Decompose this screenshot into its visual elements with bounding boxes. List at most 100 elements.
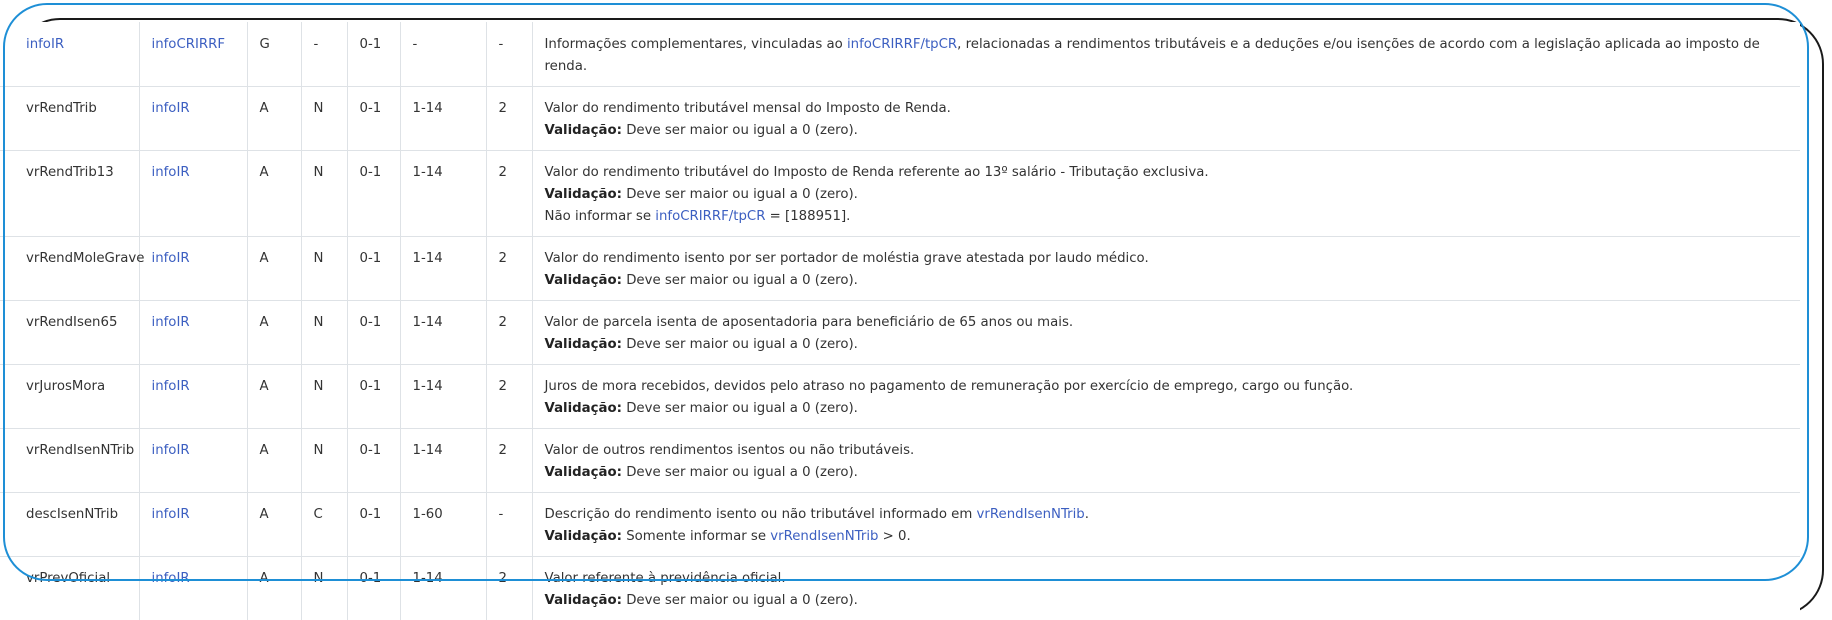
desc-text: Valor do rendimento isento por ser porta…	[544, 251, 1149, 266]
desc-text: Valor referente à previdência oficial.	[544, 571, 786, 586]
parent-link[interactable]: infoIR	[152, 101, 190, 116]
validation-line: Validação: Deve ser maior ou igual a 0 (…	[545, 270, 1789, 292]
cell-dec: 2	[485, 86, 532, 151]
layout-table-container: infoIR infoCRIRRF G - 0-1 - - Informaçõe…	[0, 22, 1800, 620]
validation-label: Validação:	[544, 123, 622, 138]
desc-text: .	[1084, 507, 1089, 522]
note-line: Não informar se infoCRIRRF/tpCR = [18895…	[545, 206, 1789, 228]
cell-ele: A	[246, 364, 301, 429]
table-row: vrRendIsen65 infoIR A N 0-1 1-14 2 Valor…	[0, 300, 1800, 365]
desc-text: Juros de mora recebidos, devidos pelo at…	[544, 379, 1354, 394]
cell-desc: Valor do rendimento tributável mensal do…	[531, 86, 1800, 151]
validation-text: Deve ser maior ou igual a 0 (zero).	[626, 465, 858, 480]
validation-label: Validação:	[544, 529, 622, 544]
desc-text: Valor de parcela isenta de aposentadoria…	[544, 315, 1074, 330]
cell-ocor: 0-1	[346, 364, 400, 429]
cell-ocor: 0-1	[346, 150, 400, 237]
validation-label: Validação:	[544, 187, 622, 202]
cell-ele: A	[246, 86, 301, 151]
validation-label: Validação:	[544, 273, 622, 288]
desc-line: Descrição do rendimento isento ou não tr…	[545, 504, 1789, 526]
cell-ele: A	[246, 300, 301, 365]
parent-link[interactable]: infoIR	[152, 507, 190, 522]
table-row: vrRendMoleGrave infoIR A N 0-1 1-14 2 Va…	[0, 236, 1800, 301]
validation-text: Deve ser maior ou igual a 0 (zero).	[626, 337, 858, 352]
cell-desc: Informações complementares, vinculadas a…	[531, 22, 1800, 87]
desc-text: Descrição do rendimento isento ou não tr…	[544, 507, 977, 522]
table-row: vrRendIsenNTrib infoIR A N 0-1 1-14 2 Va…	[0, 428, 1800, 493]
desc-text: Valor do rendimento tributável do Impost…	[544, 165, 1209, 180]
cell-tipo: N	[300, 556, 347, 620]
parent-link[interactable]: infoCRIRRF	[152, 37, 226, 52]
cell-parent: infoIR	[138, 86, 247, 151]
cell-dec: 2	[485, 428, 532, 493]
cell-field: vrRendTrib13	[0, 150, 139, 237]
cell-ele: A	[246, 556, 301, 620]
cell-tam: -	[399, 22, 486, 87]
cell-ocor: 0-1	[346, 236, 400, 301]
cell-tam: 1-14	[399, 556, 486, 620]
cell-parent: infoIR	[138, 428, 247, 493]
cell-dec: 2	[485, 364, 532, 429]
cell-parent: infoIR	[138, 150, 247, 237]
validation-line: Validação: Deve ser maior ou igual a 0 (…	[545, 120, 1789, 142]
cell-ocor: 0-1	[346, 492, 400, 557]
parent-link[interactable]: infoIR	[152, 251, 190, 266]
parent-link[interactable]: infoIR	[152, 315, 190, 330]
validation-label: Validação:	[544, 465, 622, 480]
desc-link[interactable]: infoCRIRRF/tpCR	[847, 37, 957, 52]
cell-ocor: 0-1	[346, 556, 400, 620]
cell-field: vrJurosMora	[0, 364, 139, 429]
desc-link[interactable]: vrRendIsenNTrib	[977, 507, 1085, 522]
cell-field: vrRendIsen65	[0, 300, 139, 365]
validation-text: Deve ser maior ou igual a 0 (zero).	[626, 273, 858, 288]
cell-dec: 2	[485, 236, 532, 301]
parent-link[interactable]: infoIR	[152, 379, 190, 394]
cell-field: infoIR	[0, 22, 139, 87]
validation-text: Deve ser maior ou igual a 0 (zero).	[626, 401, 858, 416]
cell-tam: 1-14	[399, 300, 486, 365]
cell-desc: Juros de mora recebidos, devidos pelo at…	[531, 364, 1800, 429]
validation-line: Validação: Somente informar se vrRendIse…	[545, 526, 1789, 548]
cell-parent: infoIR	[138, 556, 247, 620]
cell-tipo: N	[300, 428, 347, 493]
desc-text: Valor do rendimento tributável mensal do…	[544, 101, 951, 116]
cell-dec: 2	[485, 300, 532, 365]
note-link[interactable]: infoCRIRRF/tpCR	[655, 209, 765, 224]
cell-tam: 1-14	[399, 236, 486, 301]
table-row: vrRendTrib13 infoIR A N 0-1 1-14 2 Valor…	[0, 150, 1800, 237]
cell-tam: 1-14	[399, 150, 486, 237]
cell-tipo: N	[300, 236, 347, 301]
validation-text: > 0.	[878, 529, 911, 544]
cell-tipo: N	[300, 86, 347, 151]
parent-link[interactable]: infoIR	[152, 165, 190, 180]
parent-link[interactable]: infoIR	[152, 443, 190, 458]
cell-field: vrPrevOficial	[0, 556, 139, 620]
cell-tam: 1-14	[399, 86, 486, 151]
cell-ele: A	[246, 428, 301, 493]
parent-link[interactable]: infoIR	[152, 571, 190, 586]
cell-desc: Descrição do rendimento isento ou não tr…	[531, 492, 1800, 557]
cell-ocor: 0-1	[346, 428, 400, 493]
cell-ele: A	[246, 150, 301, 237]
validation-label: Validação:	[544, 593, 622, 608]
validation-label: Validação:	[544, 337, 622, 352]
cell-parent: infoCRIRRF	[138, 22, 247, 87]
field-link[interactable]: infoIR	[26, 37, 64, 52]
cell-desc: Valor do rendimento isento por ser porta…	[531, 236, 1800, 301]
cell-dec: 2	[485, 150, 532, 237]
cell-ocor: 0-1	[346, 86, 400, 151]
cell-dec: 2	[485, 556, 532, 620]
cell-tipo: N	[300, 364, 347, 429]
validation-line: Validação: Deve ser maior ou igual a 0 (…	[545, 462, 1789, 484]
validation-text: Somente informar se	[626, 529, 771, 544]
table-row: vrPrevOficial infoIR A N 0-1 1-14 2 Valo…	[0, 556, 1800, 620]
cell-field: vrRendTrib	[0, 86, 139, 151]
validation-text: Deve ser maior ou igual a 0 (zero).	[626, 123, 858, 138]
cell-dec: -	[485, 492, 532, 557]
cell-tam: 1-14	[399, 428, 486, 493]
cell-tipo: N	[300, 300, 347, 365]
cell-desc: Valor de parcela isenta de aposentadoria…	[531, 300, 1800, 365]
validation-link[interactable]: vrRendIsenNTrib	[770, 529, 878, 544]
cell-parent: infoIR	[138, 364, 247, 429]
